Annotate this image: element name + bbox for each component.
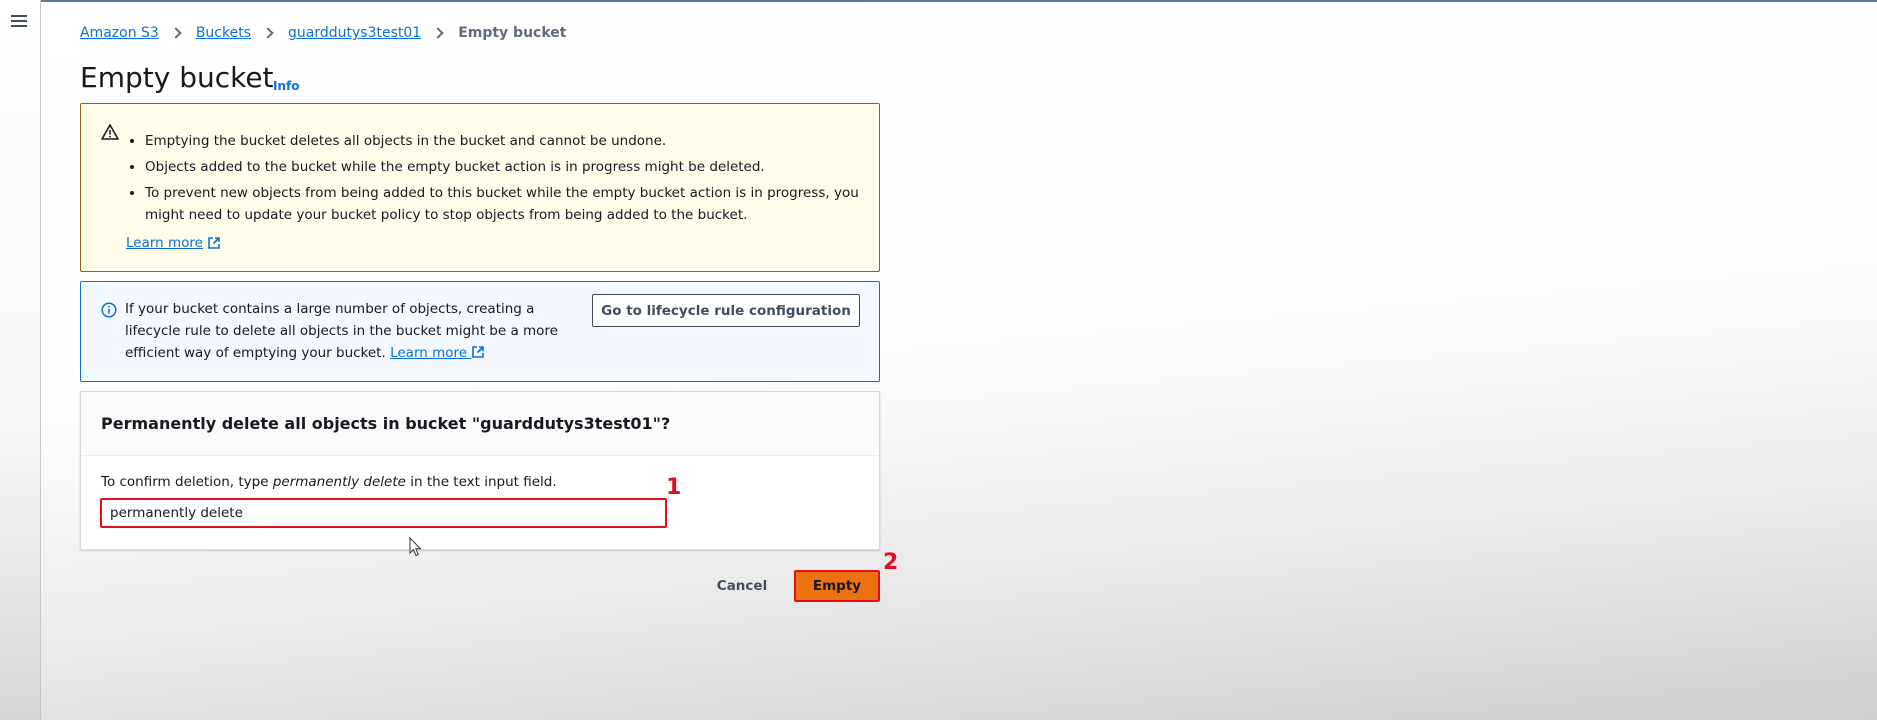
warning-list: Emptying the bucket deletes all objects … bbox=[145, 130, 860, 230]
info-alert-message: If your bucket contains a large number o… bbox=[125, 301, 558, 361]
instruction-prefix: To confirm deletion, type bbox=[101, 474, 269, 490]
warning-triangle-icon bbox=[101, 124, 119, 140]
warning-bullet: To prevent new objects from being added … bbox=[145, 182, 860, 226]
breadcrumb: Amazon S3 Buckets guarddutys3test01 Empt… bbox=[80, 23, 566, 43]
info-alert-text: If your bucket contains a large number o… bbox=[125, 298, 565, 364]
chevron-right-icon bbox=[432, 27, 444, 39]
warning-learn-more-link[interactable]: Learn more bbox=[126, 235, 221, 251]
breadcrumb-current: Empty bucket bbox=[458, 25, 567, 41]
learn-more-label: Learn more bbox=[126, 235, 203, 251]
info-circle-icon bbox=[101, 302, 117, 318]
external-link-icon bbox=[208, 237, 220, 249]
top-border bbox=[0, 0, 1877, 2]
empty-button[interactable]: Empty bbox=[794, 570, 880, 602]
info-alert: If your bucket contains a large number o… bbox=[80, 281, 880, 382]
annotation-step-1: 1 bbox=[666, 475, 682, 500]
confirm-heading: Permanently delete all objects in bucket… bbox=[101, 414, 671, 433]
breadcrumb-amazon-s3[interactable]: Amazon S3 bbox=[80, 25, 159, 41]
annotation-step-2: 2 bbox=[883, 550, 899, 575]
instruction-phrase: permanently delete bbox=[272, 474, 406, 490]
warning-alert: Emptying the bucket deletes all objects … bbox=[80, 103, 880, 272]
confirm-instruction: To confirm deletion, type permanently de… bbox=[101, 474, 557, 490]
info-learn-more-link[interactable]: Learn more bbox=[390, 345, 485, 361]
instruction-suffix: in the text input field. bbox=[410, 474, 557, 490]
confirm-panel-header: Permanently delete all objects in bucket… bbox=[81, 392, 879, 456]
cancel-button[interactable]: Cancel bbox=[707, 573, 777, 599]
breadcrumb-buckets[interactable]: Buckets bbox=[196, 25, 251, 41]
warning-bullet: Objects added to the bucket while the em… bbox=[145, 156, 860, 178]
lifecycle-rule-config-button[interactable]: Go to lifecycle rule configuration bbox=[592, 294, 860, 327]
confirm-deletion-panel: Permanently delete all objects in bucket… bbox=[80, 391, 880, 550]
confirm-text-input[interactable] bbox=[100, 498, 667, 528]
chevron-right-icon bbox=[262, 27, 274, 39]
chevron-right-icon bbox=[170, 27, 182, 39]
hamburger-menu-icon[interactable] bbox=[11, 13, 29, 29]
info-link[interactable]: Info bbox=[273, 79, 299, 93]
breadcrumb-bucket-name[interactable]: guarddutys3test01 bbox=[288, 25, 421, 41]
external-link-icon bbox=[472, 346, 485, 358]
warning-bullet: Emptying the bucket deletes all objects … bbox=[145, 130, 860, 152]
page-title: Empty bucket bbox=[80, 61, 274, 94]
learn-more-label: Learn more bbox=[390, 345, 468, 361]
side-navigation-rail bbox=[0, 0, 41, 720]
mouse-cursor-icon bbox=[409, 537, 422, 557]
